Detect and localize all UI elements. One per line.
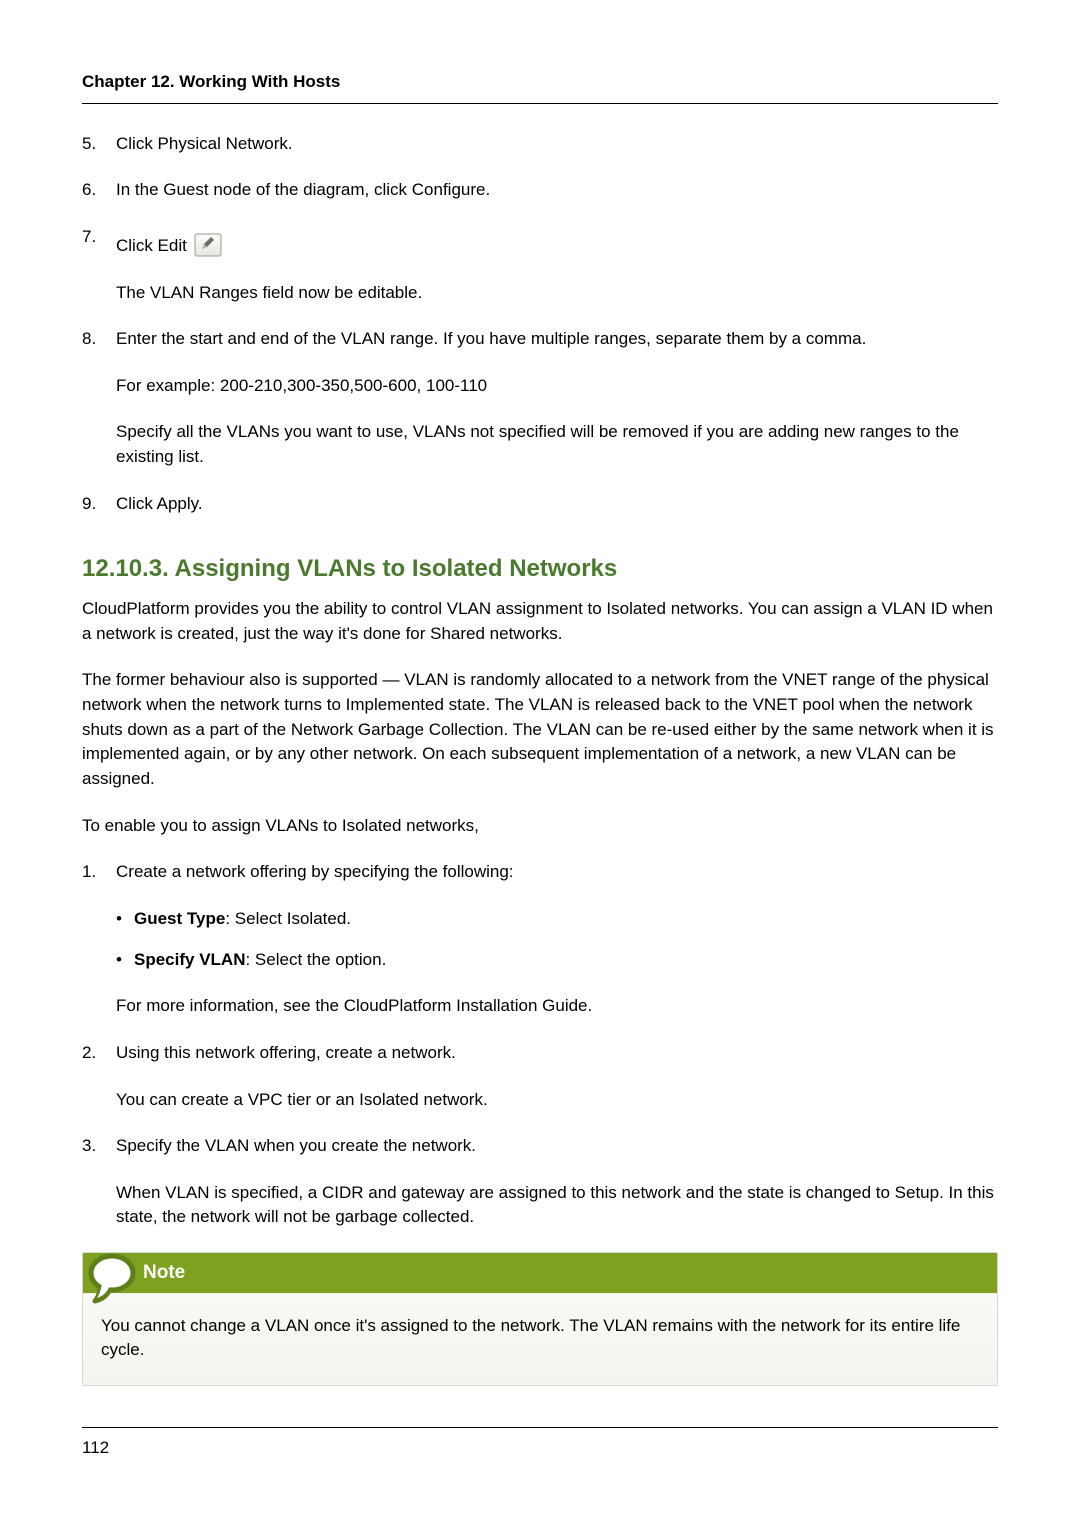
step-text: Enter the start and end of the VLAN rang…	[116, 327, 998, 352]
step-number: 7.	[82, 225, 116, 305]
bullet-label: Specify VLAN	[134, 950, 245, 969]
bullet-label: Guest Type	[134, 909, 225, 928]
step-text: Create a network offering by specifying …	[116, 860, 998, 885]
step-number: 5.	[82, 132, 116, 157]
step-6: 6. In the Guest node of the diagram, cli…	[82, 178, 998, 203]
note-admonition: Note You cannot change a VLAN once it's …	[82, 1252, 998, 1386]
step-text: Click Physical Network.	[116, 132, 998, 157]
note-title: Note	[83, 1253, 997, 1294]
step-text: For more information, see the CloudPlatf…	[116, 994, 998, 1019]
speech-bubble-icon	[87, 1252, 137, 1309]
note-body: You cannot change a VLAN once it's assig…	[83, 1294, 997, 1385]
step-text: Click Edit	[116, 233, 998, 259]
step-text: You can create a VPC tier or an Isolated…	[116, 1088, 998, 1113]
paragraph: The former behaviour also is supported —…	[82, 668, 998, 791]
step-text: Click Apply.	[116, 492, 998, 517]
paragraph: To enable you to assign VLANs to Isolate…	[82, 814, 998, 839]
step-number: 6.	[82, 178, 116, 203]
step-text-prefix: Click Edit	[116, 236, 192, 255]
step-5: 5. Click Physical Network.	[82, 132, 998, 157]
step-b1: 1. Create a network offering by specifyi…	[82, 860, 998, 1019]
running-head: Chapter 12. Working With Hosts	[82, 70, 998, 104]
step-number: 9.	[82, 492, 116, 517]
step-number: 1.	[82, 860, 116, 1019]
step-7: 7. Click Edit	[82, 225, 998, 305]
step-text: In the Guest node of the diagram, click …	[116, 178, 998, 203]
step-number: 8.	[82, 327, 116, 470]
bullet-rest: : Select Isolated.	[225, 909, 351, 928]
section-heading: 12.10.3. Assigning VLANs to Isolated Net…	[82, 552, 998, 587]
page-footer: 112	[82, 1427, 998, 1461]
step-text: Using this network offering, create a ne…	[116, 1041, 998, 1066]
step-9: 9. Click Apply.	[82, 492, 998, 517]
step-text: Specify the VLAN when you create the net…	[116, 1134, 998, 1159]
step-text: The VLAN Ranges field now be editable.	[116, 281, 998, 306]
bullet-rest: : Select the option.	[245, 950, 386, 969]
list-item: Guest Type: Select Isolated.	[116, 907, 998, 932]
step-8: 8. Enter the start and end of the VLAN r…	[82, 327, 998, 470]
step-number: 3.	[82, 1134, 116, 1230]
page-number: 112	[82, 1438, 109, 1457]
step-number: 2.	[82, 1041, 116, 1112]
step-text: Specify all the VLANs you want to use, V…	[116, 420, 998, 469]
step-b3: 3. Specify the VLAN when you create the …	[82, 1134, 998, 1230]
edit-icon	[194, 233, 222, 257]
step-b2: 2. Using this network offering, create a…	[82, 1041, 998, 1112]
list-item: Specify VLAN: Select the option.	[116, 948, 998, 973]
paragraph: CloudPlatform provides you the ability t…	[82, 597, 998, 646]
step-text: When VLAN is specified, a CIDR and gatew…	[116, 1181, 998, 1230]
step-text: For example: 200-210,300-350,500-600, 10…	[116, 374, 998, 399]
